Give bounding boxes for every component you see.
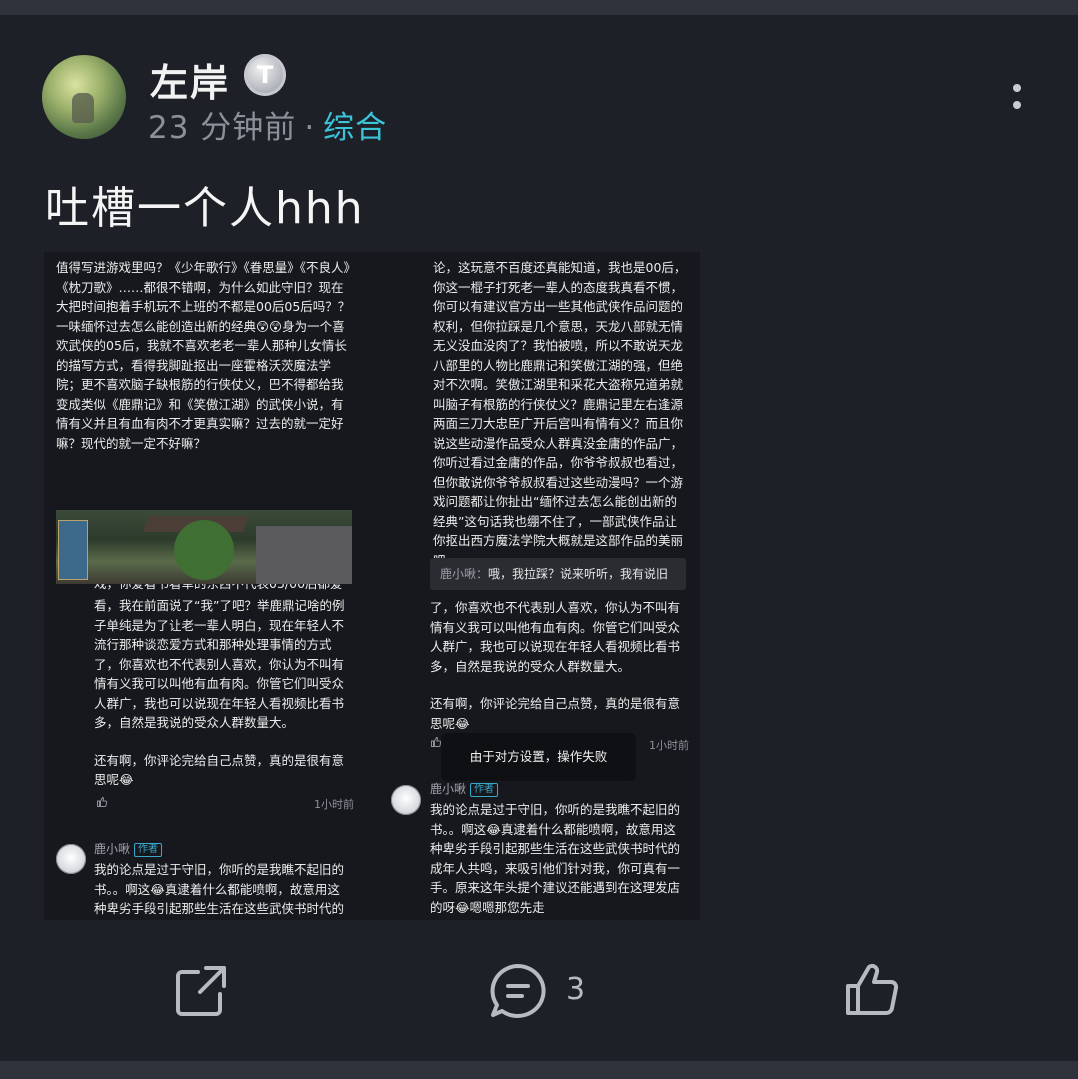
right-top-text: 论，这玩意不百度还真能知道，我也是00后，你这一棍子打死老一辈人的态度我真看不惯…: [433, 260, 687, 568]
title-badge-icon: T: [244, 54, 286, 96]
post-time: 23 分钟前: [148, 110, 297, 146]
author-tag: 作者: [134, 843, 163, 857]
share-icon[interactable]: [172, 962, 230, 1020]
left-reply-text-2: 还有啊，你评论完给自己点赞，真的是很有意思呢😂: [94, 752, 345, 788]
left-reply-time: 1小时前: [314, 798, 354, 811]
post-category[interactable]: 综合: [323, 110, 387, 146]
author-avatar[interactable]: [56, 844, 86, 874]
author-avatar[interactable]: [391, 785, 421, 815]
bottom-strip: [0, 1061, 1078, 1079]
left-cutoff-text: 戏，你爱看书看单的东西不代表05/00后都爱: [94, 584, 354, 594]
toast-message: 由于对方设置，操作失败: [441, 733, 636, 781]
attached-screenshot[interactable]: 值得写进游戏里吗？《少年歌行》《眷思量》《不良人》《枕刀歌》……都很不错啊，为什…: [44, 252, 700, 920]
author-name[interactable]: 鹿小啾 作者: [94, 840, 163, 857]
user-avatar[interactable]: [42, 55, 126, 139]
username[interactable]: 左岸: [150, 52, 230, 107]
author-tag: 作者: [470, 783, 499, 797]
right-reply-text: 了，你喜欢也不代表别人喜欢，你认为不叫有情有义我可以叫他有血有肉。你管它们叫受众…: [430, 600, 681, 674]
left-main-text: 值得写进游戏里吗？《少年歌行》《眷思量》《不良人》《枕刀歌》……都很不错啊，为什…: [56, 260, 351, 451]
thumbs-up-icon[interactable]: [843, 962, 901, 1018]
post-meta: 23 分钟前 · 综合: [148, 102, 387, 147]
right-reply-text-2: 还有啊，你评论完给自己点赞，真的是很有意思呢😂: [430, 696, 681, 731]
status-strip: [0, 0, 1078, 15]
like-small-icon[interactable]: [96, 796, 108, 808]
post-title: 吐槽一个人hhh: [45, 183, 365, 234]
right-reply-time: 1小时前: [649, 739, 689, 752]
reply-preview[interactable]: 鹿小啾：哦，我拉踩？说来听听，我有说旧: [430, 558, 686, 590]
left-author-text: 我的论点是过于守旧，你听的是我瞧不起旧的书。。啊这😂真逮着什么都能喷啊，故意用这…: [94, 862, 345, 916]
meta-dot: ·: [304, 110, 316, 146]
left-reply-text: 看，我在前面说了“我”了吧？举鹿鼎记啥的例子单纯是为了让老一辈人明白，现在年轻人…: [94, 598, 345, 730]
author-name[interactable]: 鹿小啾 作者: [430, 780, 499, 797]
more-vertical-icon[interactable]: [1010, 82, 1024, 116]
right-author-text: 我的论点是过于守旧，你听的是我瞧不起旧的书。。啊这😂真逮着什么都能喷啊，故意用这…: [430, 802, 681, 915]
game-screenshot-image: [56, 510, 352, 584]
comment-count: 3: [566, 972, 586, 1007]
comment-icon[interactable]: [488, 962, 548, 1020]
